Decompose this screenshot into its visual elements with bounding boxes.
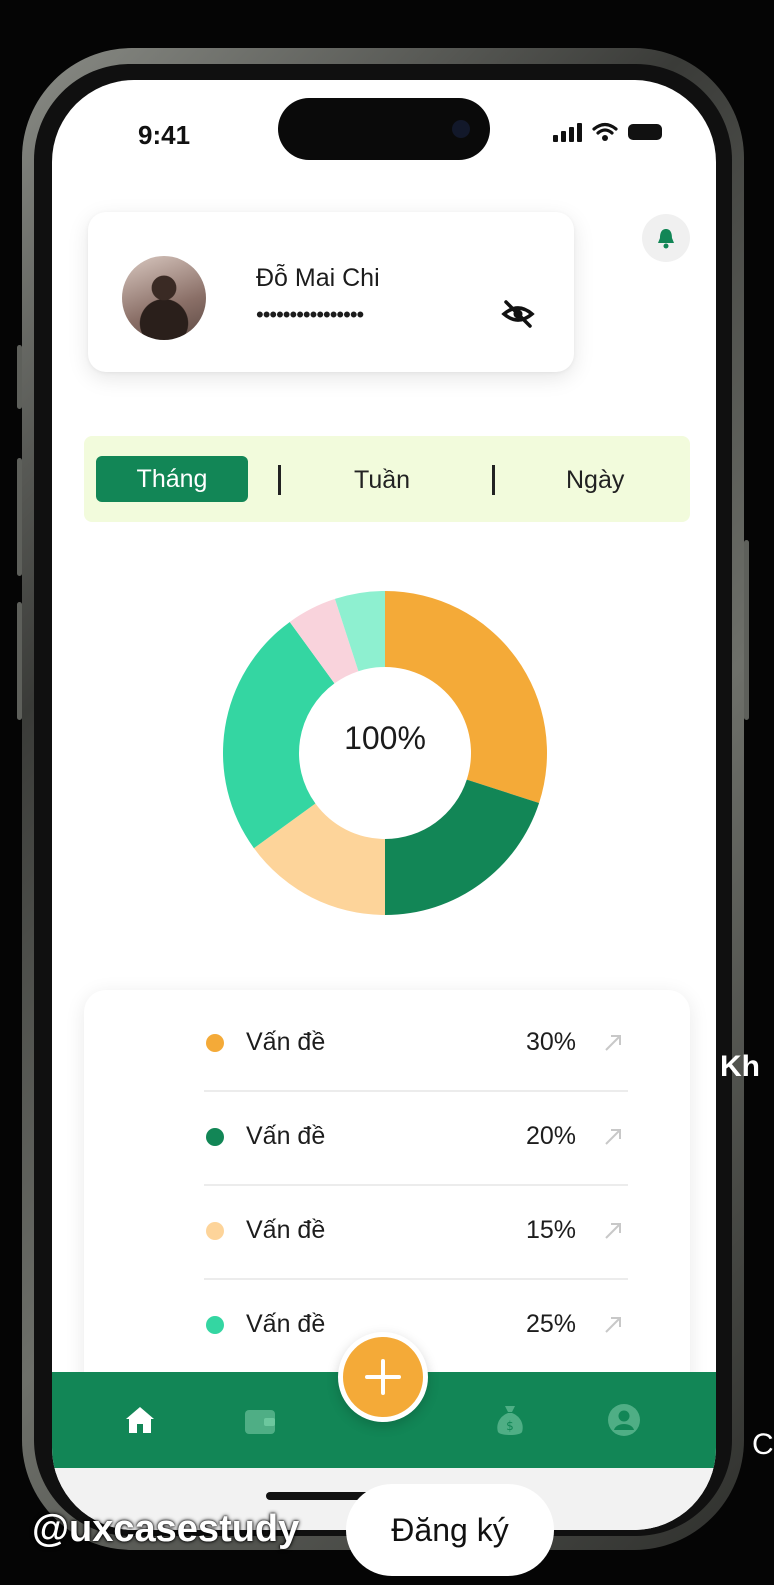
status-time: 9:41 [138, 120, 191, 150]
money-bag-icon[interactable]: $ [492, 1402, 528, 1438]
dynamic-island [278, 98, 490, 160]
tab-tuan[interactable]: Tuần [354, 466, 410, 495]
status-icons [553, 122, 662, 142]
wifi-icon [592, 122, 618, 141]
side-button [17, 602, 22, 720]
arrow-icon[interactable] [602, 1032, 624, 1054]
home-icon[interactable] [122, 1402, 158, 1438]
camera-icon [452, 120, 470, 138]
side-text: C [752, 1428, 774, 1461]
side-text: Kh [720, 1050, 760, 1083]
signal-icon [553, 122, 582, 142]
watermark-handle: @uxcasestudy [32, 1508, 300, 1550]
profile-card: Đỗ Mai Chi •••••••••••••••• [88, 212, 574, 372]
app-screen: 9:41 Đỗ Mai Chi •••••••••••••••• Tháng T… [52, 80, 716, 1530]
arrow-icon[interactable] [602, 1126, 624, 1148]
donut-slice-2[interactable] [385, 779, 540, 915]
tab-divider [492, 465, 495, 495]
legend-dot [206, 1222, 224, 1240]
list-item-label: Vấn đề [246, 1122, 326, 1150]
side-button [744, 540, 749, 720]
list-item-label: Vấn đề [246, 1216, 326, 1244]
list-item-value: 20% [525, 1122, 576, 1150]
list-item-label: Vấn đề [246, 1028, 326, 1056]
list-item-value: 15% [525, 1216, 576, 1244]
list-item-label: Vấn đề [246, 1310, 326, 1338]
legend-dot [206, 1034, 224, 1052]
list-item-value: 25% [525, 1310, 576, 1338]
add-icon [365, 1359, 401, 1395]
arrow-icon[interactable] [602, 1220, 624, 1242]
arrow-icon[interactable] [602, 1314, 624, 1336]
signup-button[interactable]: Đăng ký [346, 1484, 554, 1576]
side-button [17, 458, 22, 576]
add-button[interactable] [338, 1332, 428, 1422]
avatar[interactable] [122, 256, 206, 340]
tab-divider [278, 465, 281, 495]
wallet-icon[interactable] [242, 1402, 278, 1438]
bell-button[interactable] [642, 214, 690, 262]
list-item[interactable]: Vấn đề 15% [204, 1186, 628, 1280]
list-item[interactable]: Vấn đề 30% [204, 998, 628, 1092]
battery-icon [628, 124, 662, 140]
tab-ngay[interactable]: Ngày [566, 466, 624, 495]
donut-slice-1[interactable] [385, 591, 547, 804]
tab-thang[interactable]: Tháng [96, 456, 248, 502]
eye-off-icon[interactable] [500, 296, 536, 332]
svg-text:$: $ [506, 1419, 514, 1433]
legend-dot [206, 1316, 224, 1334]
profile-icon[interactable] [606, 1402, 642, 1438]
side-button [17, 345, 22, 409]
list-item[interactable]: Vấn đề 20% [204, 1092, 628, 1186]
donut-center-label: 100% [344, 720, 426, 756]
legend-dot [206, 1128, 224, 1146]
list-item-value: 30% [525, 1028, 576, 1056]
user-name: Đỗ Mai Chi [256, 264, 380, 292]
bell-icon [658, 229, 674, 249]
masked-balance: •••••••••••••••• [256, 302, 364, 327]
